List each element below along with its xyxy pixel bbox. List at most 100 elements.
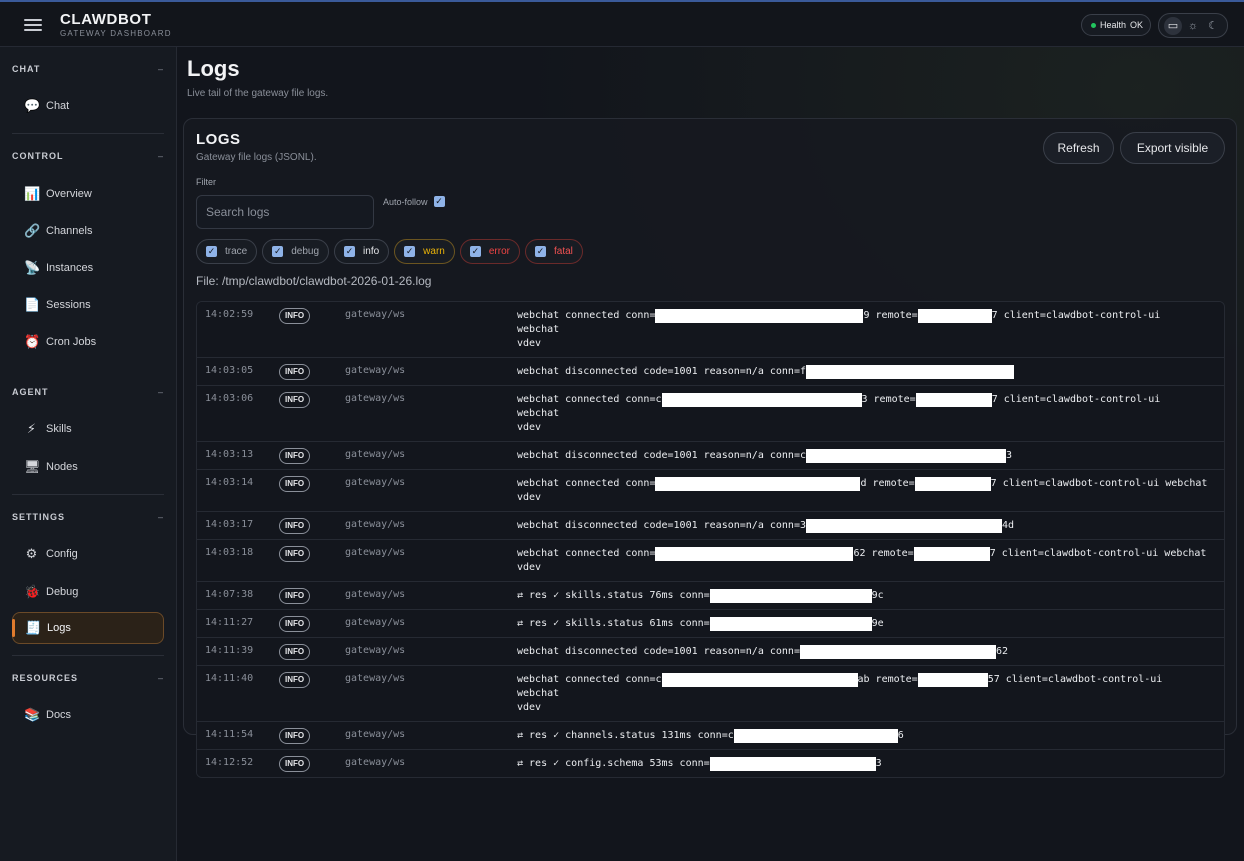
log-row: 14:03:17 INFO gateway/ws webchat disconnect… [197,512,1224,540]
sidebar-section-resources[interactable]: RESOURCES – [12,673,164,683]
level-checkbox[interactable]: ✓ [404,246,416,257]
sidebar-item-label: Overview [46,188,92,200]
sidebar-item-config[interactable]: ⚙ Config [12,538,164,570]
log-message: ⇄ res ✓ config.schema 53ms conn= 3 [517,750,1224,777]
sidebar-section-chat[interactable]: CHAT – [12,64,164,74]
log-message-text: d remote= [860,478,915,489]
sidebar-item-cron-jobs[interactable]: ⏰ Cron Jobs [12,326,164,358]
filter-label: Filter [196,177,216,187]
redacted-value [805,449,1006,463]
log-message: webchat disconnected code=1001 reason=n/… [517,358,1224,385]
level-filter-debug[interactable]: ✓ debug [262,239,330,264]
sidebar-item-instances[interactable]: 📡 Instances [12,252,164,284]
log-message-text: webchat disconnected code=1001 reason=n/… [517,366,806,377]
sidebar-section-control[interactable]: CONTROL – [12,151,164,161]
sidebar-item-label: Skills [46,423,72,435]
sidebar-item-docs[interactable]: 📚 Docs [12,699,164,731]
log-message-text: webchat connected conn= [517,310,656,321]
level-label: warn [423,246,445,257]
log-subsystem: gateway/ws [345,519,406,530]
sidebar-item-label: Instances [46,262,94,274]
log-message: webchat disconnected code=1001 reason=n/… [517,638,1224,665]
log-level-badge: INFO [279,448,311,464]
level-filter-trace[interactable]: ✓ trace [196,239,258,264]
moon-theme-icon[interactable]: ☾ [1204,17,1222,35]
speech-bubble-icon: 💬 [24,98,41,113]
sidebar-item-nodes[interactable]: 🖥 Nodes [12,451,164,483]
log-time: 14:03:06 [205,393,254,404]
log-level-badge: INFO [279,672,311,688]
log-message-text: ab remote= [857,674,918,685]
sidebar-section-settings[interactable]: SETTINGS – [12,512,164,522]
log-message: webchat connected conn=c 3 remote= 7 clien… [517,386,1224,441]
sidebar-divider [12,133,164,134]
sidebar-item-sessions[interactable]: 📄 Sessions [12,289,164,321]
log-subsystem: gateway/ws [345,547,406,558]
sidebar-item-overview[interactable]: 📊 Overview [12,178,164,210]
refresh-button[interactable]: Refresh [1043,132,1114,164]
auto-follow-checkbox[interactable]: ✓ [433,196,445,207]
log-time: 14:07:38 [205,589,254,600]
gear-icon: ⚙ [25,546,38,561]
log-subsystem: gateway/ws [345,589,406,600]
sidebar-item-logs[interactable]: 🧾 Logs [12,612,164,644]
log-level-cell: INFO [279,470,345,511]
link-icon: 🔗 [24,223,41,238]
collapse-icon[interactable]: – [158,64,164,74]
log-level-cell: INFO [279,540,345,581]
log-message: webchat disconnected code=1001 reason=n/… [517,442,1224,469]
log-message: webchat disconnected code=1001 reason=n/… [517,512,1224,539]
auto-follow-label: Auto-follow [383,196,428,207]
sun-theme-icon[interactable]: ☼ [1184,17,1202,35]
log-level-cell: INFO [279,442,345,469]
sidebar-item-channels[interactable]: 🔗 Channels [12,215,164,247]
sidebar-item-skills[interactable]: ⚡ Skills [12,413,164,445]
log-message-text: webchat connected conn=c [517,674,662,685]
collapse-icon[interactable]: – [158,151,164,161]
log-message-text: webchat connected conn= [517,548,656,559]
menu-toggle-icon[interactable] [24,16,42,32]
sidebar-section-agent[interactable]: AGENT – [12,387,164,397]
search-input[interactable] [196,195,374,229]
collapse-icon[interactable]: – [158,673,164,683]
level-checkbox[interactable]: ✓ [344,246,356,257]
export-visible-button[interactable]: Export visible [1120,132,1225,164]
level-filter-error[interactable]: ✓ error [459,239,520,264]
level-filter-fatal[interactable]: ✓ fatal [524,239,583,264]
redacted-value [661,393,862,407]
redacted-value [655,309,864,323]
level-checkbox[interactable]: ✓ [272,246,284,257]
log-message-text: 9c [871,590,884,601]
monitor-icon: 🖥 [24,459,41,474]
collapse-icon[interactable]: – [158,512,164,522]
level-label: fatal [553,246,573,257]
log-message-text: webchat connected conn=c [517,394,662,405]
log-message-text: webchat disconnected code=1001 reason=n/… [517,450,806,461]
log-level-badge: INFO [279,476,311,492]
sidebar-item-debug[interactable]: 🐞 Debug [12,576,164,608]
log-message: ⇄ res ✓ skills.status 76ms conn= 9c [517,582,1224,609]
log-level-cell: INFO [279,750,345,777]
sidebar-item-label: Config [46,548,78,560]
level-label: debug [291,246,320,257]
redacted-value [709,589,872,603]
monitor-theme-icon[interactable]: ▭ [1164,16,1182,35]
redacted-value [917,673,988,687]
sidebar-item-chat[interactable]: 💬 Chat [12,90,164,122]
level-filter-info[interactable]: ✓ info [334,239,390,264]
page-subtitle: Live tail of the gateway file logs. [187,88,329,99]
log-row: 14:03:13 INFO gateway/ws webchat disconnect… [197,442,1224,470]
level-checkbox[interactable]: ✓ [206,246,217,257]
level-filter-warn[interactable]: ✓ warn [394,239,455,264]
level-checkbox[interactable]: ✓ [534,246,546,257]
log-level-cell: INFO [279,610,345,637]
log-level-badge: INFO [279,644,311,660]
log-message-text: 3 [875,758,882,769]
auto-follow-toggle[interactable]: Auto-follow ✓ [383,196,445,207]
collapse-icon[interactable]: – [158,387,164,397]
level-checkbox[interactable]: ✓ [469,246,481,257]
sidebar-section-title: CHAT [12,64,41,74]
log-message-text: 3 [1005,450,1013,461]
log-message-text: 9 remote= [863,310,918,321]
log-time: 14:03:14 [205,477,254,488]
